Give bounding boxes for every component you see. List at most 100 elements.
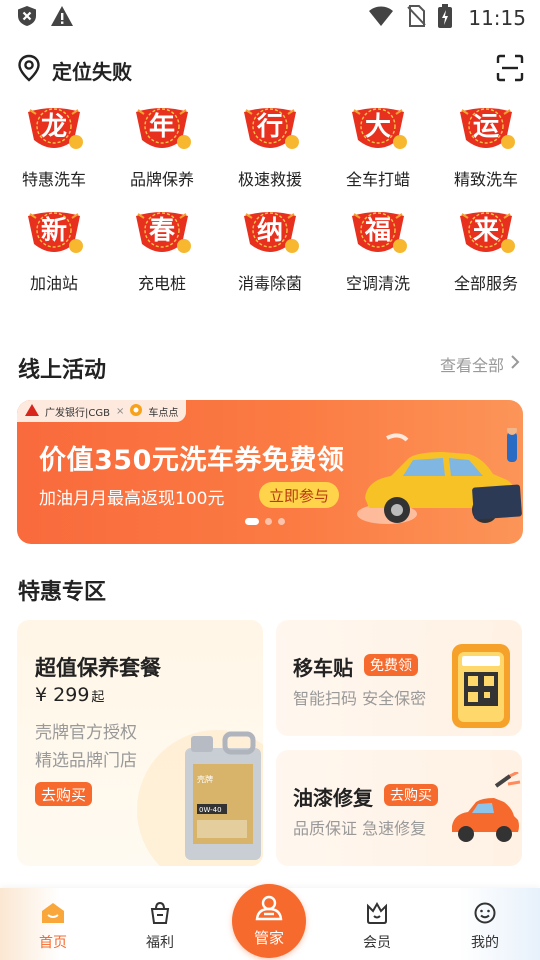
badge-character: 运 <box>473 112 499 142</box>
card-title: 油漆修复 <box>293 786 373 810</box>
oil-label-brand: 壳牌 <box>197 774 213 784</box>
badge-character: 春 <box>149 216 175 246</box>
card-line1: 壳牌官方授权 <box>35 723 137 743</box>
badge-character: 新 <box>41 215 67 246</box>
festive-badge-icon: 来 <box>460 212 515 253</box>
card-line2: 精选品牌门店 <box>35 751 137 771</box>
festive-badge-icon: 运 <box>460 108 515 149</box>
nav-mine-label: 我的 <box>471 935 499 951</box>
cgb-logo-icon <box>25 403 39 419</box>
nav-home-label: 首页 <box>39 935 67 951</box>
home-icon <box>41 902 65 928</box>
price-prefix: ¥ <box>35 684 48 706</box>
smiley-user-icon <box>473 902 497 928</box>
badge-character: 纳 <box>257 215 283 246</box>
service-item[interactable]: 运精致洗车 <box>432 100 540 190</box>
banner-cta-button[interactable]: 立即参与 <box>259 482 340 508</box>
nav-mine[interactable]: 我的 <box>445 902 525 952</box>
see-all-label: 查看全部 <box>439 356 504 375</box>
service-label: 全车打蜡 <box>345 170 410 189</box>
service-label: 加油站 <box>29 274 78 293</box>
location-selector[interactable]: 定位失败 <box>16 54 132 86</box>
bottom-nav: 首页 福利 管家 会员 我的 <box>0 884 540 960</box>
battery-charging-icon <box>438 4 453 32</box>
location-text: 定位失败 <box>52 59 132 84</box>
crown-bag-icon <box>365 901 389 928</box>
nav-butler[interactable]: 管家 <box>232 884 306 958</box>
service-item[interactable]: 行极速救援 <box>216 100 324 190</box>
festive-badge-icon: 龙 <box>28 108 83 149</box>
service-label: 特惠洗车 <box>21 170 86 189</box>
banner-pager <box>245 518 285 525</box>
engine-oil-can-illustration: 壳牌 0W-40 <box>185 731 261 860</box>
qr-sticker-icon <box>452 644 510 728</box>
nav-member[interactable]: 会员 <box>337 901 417 952</box>
clock: 11:15 <box>468 6 526 30</box>
badge-character: 年 <box>149 111 175 142</box>
pager-dot <box>245 518 259 525</box>
partner-bank: 广发银行|CGB <box>45 407 110 419</box>
banner-title: 价值350元洗车券免费领 <box>39 445 345 476</box>
festive-badge-icon: 福 <box>352 212 407 253</box>
service-item[interactable]: 新加油站 <box>0 204 108 294</box>
location-bar: 定位失败 <box>0 50 540 90</box>
festive-badge-icon: 行 <box>244 108 299 149</box>
scan-icon[interactable] <box>496 54 524 86</box>
partner-separator: × <box>115 405 125 417</box>
wifi-icon <box>368 5 394 31</box>
paint-repair-card[interactable]: 油漆修复 去购买 品质保证 急速修复 <box>276 750 522 866</box>
festive-badge-icon: 新 <box>28 212 83 253</box>
service-item[interactable]: 龙特惠洗车 <box>0 100 108 190</box>
service-item[interactable]: 大全车打蜡 <box>324 100 432 190</box>
service-label: 品牌保养 <box>129 170 194 189</box>
gift-bag-icon <box>148 901 172 928</box>
card-price: ¥ 299 起 <box>35 684 104 706</box>
no-sim-icon <box>406 5 427 31</box>
free-tag: 免费领 <box>364 654 418 676</box>
location-pin-icon <box>16 54 42 86</box>
card-subtitle: 品质保证 急速修复 <box>293 819 427 838</box>
car-wash-illustration <box>357 428 522 524</box>
service-item[interactable]: 来全部服务 <box>432 204 540 294</box>
paint-car-illustration <box>452 772 521 842</box>
service-item[interactable]: 纳消毒除菌 <box>216 204 324 294</box>
pager-dot <box>278 518 285 525</box>
chedd-logo-icon <box>130 403 143 419</box>
badge-character: 龙 <box>41 112 67 142</box>
buy-button[interactable]: 去购买 <box>35 782 93 806</box>
deals-title: 特惠专区 <box>18 580 107 605</box>
service-label: 极速救援 <box>237 170 302 189</box>
warning-icon <box>50 5 74 31</box>
badge-character: 来 <box>473 216 500 246</box>
service-item[interactable]: 年品牌保养 <box>108 100 216 190</box>
card-title: 移车贴 <box>293 656 353 680</box>
maintenance-package-card[interactable]: 超值保养套餐 ¥ 299 起 壳牌官方授权 精选品牌门店 去购买 壳牌 0W-40 <box>17 620 263 866</box>
service-label: 消毒除菌 <box>237 274 302 293</box>
service-item[interactable]: 春充电桩 <box>108 204 216 294</box>
price-suffix: 起 <box>91 690 105 705</box>
nav-home[interactable]: 首页 <box>13 902 93 952</box>
chevron-right-icon <box>510 354 520 374</box>
pager-dot <box>265 518 272 525</box>
see-all-link[interactable]: 查看全部 <box>440 352 520 376</box>
oil-label-grade: 0W-40 <box>199 806 222 814</box>
buy-tag: 去购买 <box>384 784 438 806</box>
service-label: 全部服务 <box>453 274 518 293</box>
banner-subtitle: 加油月月最高返现100元 <box>39 489 225 509</box>
badge-character: 行 <box>256 111 283 142</box>
move-car-sticker-card[interactable]: 移车贴 免费领 智能扫码 安全保密 <box>276 620 522 736</box>
festive-badge-icon: 年 <box>136 108 191 149</box>
nav-welfare-label: 福利 <box>146 935 174 951</box>
festive-badge-icon: 大 <box>352 108 407 149</box>
partner-app: 车点点 <box>148 407 179 419</box>
festive-badge-icon: 纳 <box>244 212 299 253</box>
nav-welfare[interactable]: 福利 <box>120 901 200 952</box>
service-label: 充电桩 <box>137 274 186 293</box>
activity-banner[interactable]: 广发银行|CGB × 车点点 价值350元洗车券免费领 加油月月最高返现100元… <box>17 400 523 544</box>
status-bar: 11:15 <box>0 0 540 36</box>
price-value: 299 <box>53 684 90 706</box>
activities-title: 线上活动 <box>18 358 107 383</box>
service-item[interactable]: 福空调清洗 <box>324 204 432 294</box>
festive-badge-icon: 春 <box>136 212 191 253</box>
card-subtitle: 智能扫码 安全保密 <box>293 689 427 708</box>
